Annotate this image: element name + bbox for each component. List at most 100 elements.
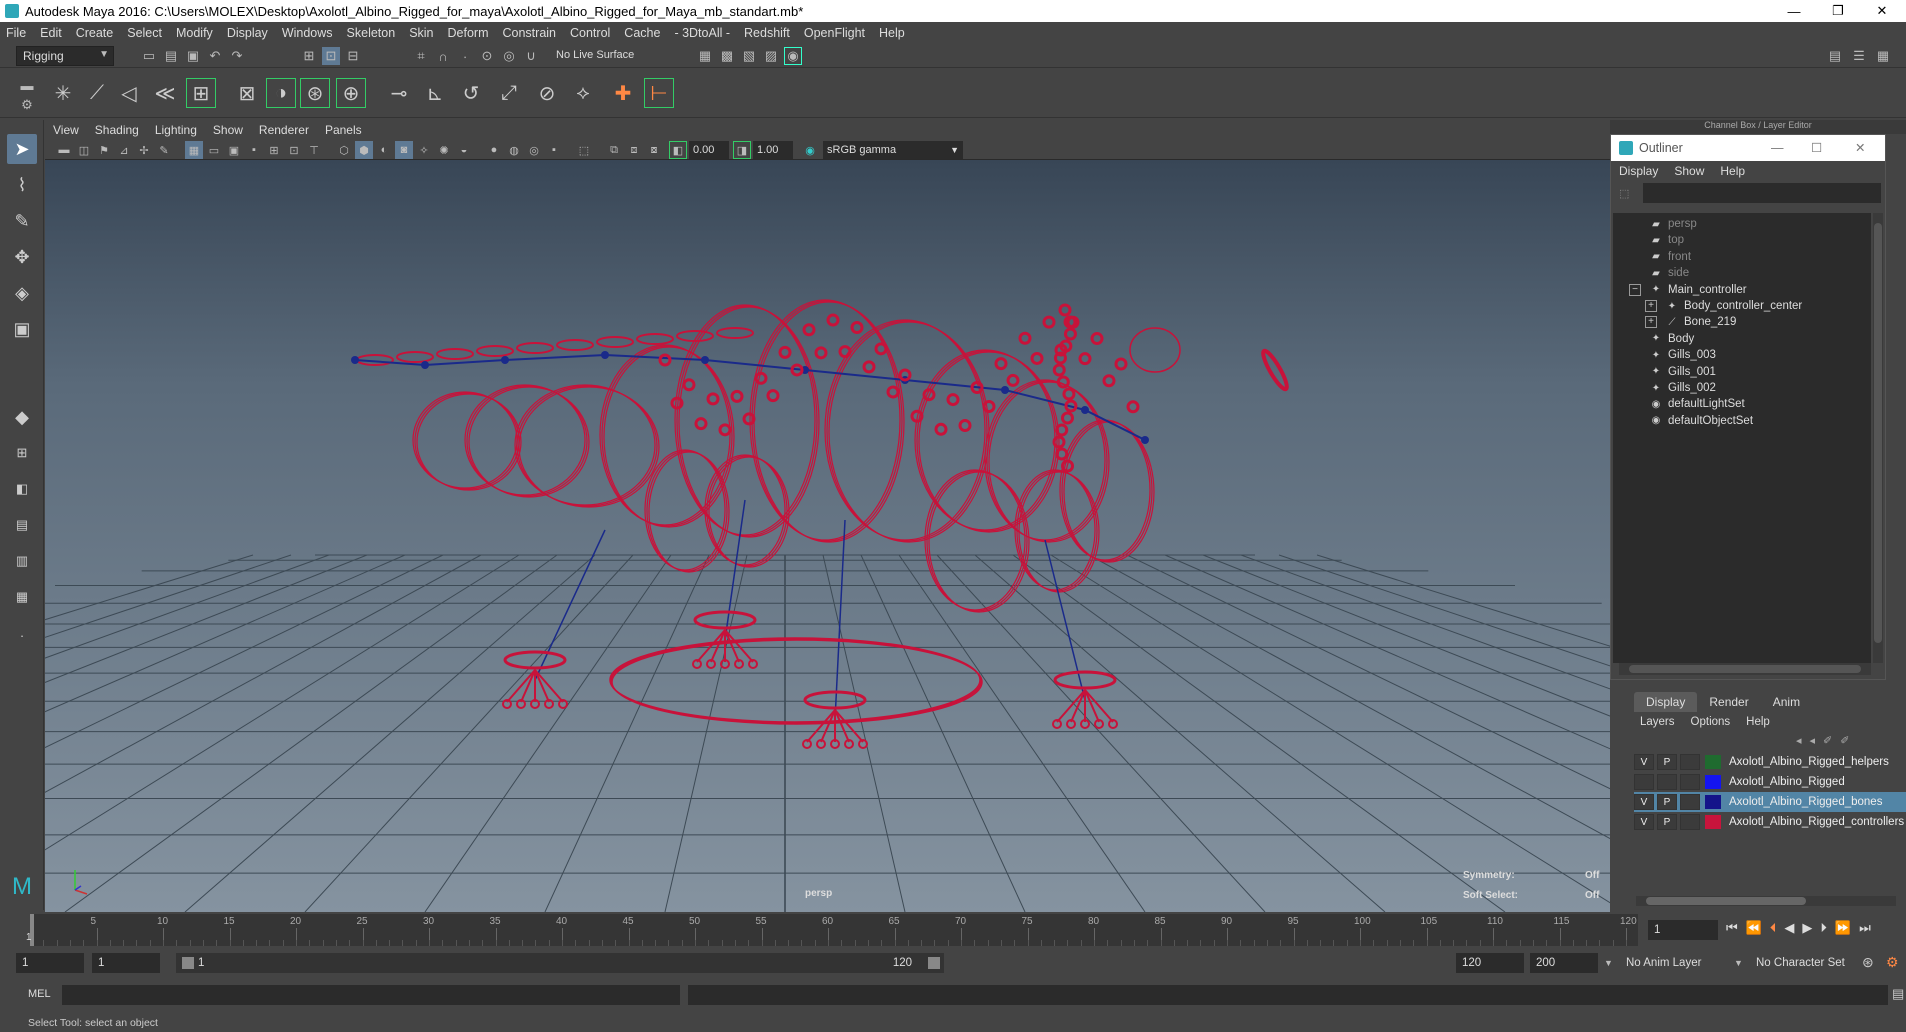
layer-playback-toggle[interactable] [1657,774,1677,790]
ik-handle-icon[interactable]: ⟋ [82,78,112,108]
layer-row[interactable]: V P Axolotl_Albino_Rigged_bones [1634,792,1906,812]
viewport-menu-show[interactable]: Show [213,123,243,137]
layer-hscrollbar[interactable] [1636,896,1896,906]
toggle-outliner-icon[interactable]: ☰ [1850,47,1868,65]
render-view-icon[interactable]: ▦ [696,47,714,65]
script-editor-icon[interactable]: ▤ [1892,986,1904,1002]
step-forward-key-icon[interactable]: ⏩ [1835,920,1851,936]
smooth-shade-icon[interactable]: ⬢ [355,141,373,159]
exposure-icon[interactable]: ◧ [669,141,687,159]
step-back-frame-icon[interactable]: ⏴ [1770,920,1777,936]
pane-menu-icon[interactable]: · [7,620,37,650]
layer-menu-layers[interactable]: Layers [1640,716,1675,728]
menu-control[interactable]: Control [570,26,610,40]
outliner-menu-display[interactable]: Display [1619,164,1658,178]
layer-toolbar-icons[interactable]: ◂◂✐✐ [1796,734,1857,747]
2d-pan-icon[interactable]: ✢ [135,141,153,159]
menu-select[interactable]: Select [127,26,162,40]
outliner-item[interactable]: ✦ Main_controller [1649,281,1747,299]
gamma-field[interactable]: 1.00 [753,141,793,159]
open-scene-icon[interactable]: ▤ [162,47,180,65]
paint-select-icon[interactable]: ✎ [7,206,37,236]
select-object-icon[interactable]: ⊡ [322,47,340,65]
expand-icon[interactable]: + [1645,300,1657,312]
grid-toggle-icon[interactable]: ▦ [185,141,203,159]
select-component-icon[interactable]: ⊟ [344,47,362,65]
layer-color-swatch[interactable] [1705,795,1721,809]
new-scene-icon[interactable]: ▭ [140,47,158,65]
snap-curve-icon[interactable]: ∩ [434,47,452,65]
playback-end-field[interactable]: 120 [1456,953,1524,973]
scale-constraint-icon[interactable]: ⤢ [494,78,524,108]
outliner-item[interactable]: ✦ Gills_003 [1649,346,1716,364]
range-start-handle[interactable] [182,957,194,969]
layer-visibility-toggle[interactable]: V [1634,794,1654,810]
scene-canvas[interactable] [45,160,1610,912]
time-ruler[interactable]: 5 10 15 20 25 30 35 40 45 50 55 60 65 70 75 80 85 90 95 100… [30,914,1638,946]
outliner-minimize-button[interactable]: — [1771,141,1784,155]
ipr-render-icon[interactable]: ▧ [740,47,758,65]
save-scene-icon[interactable]: ▣ [184,47,202,65]
playback-start-field[interactable]: 1 [92,953,160,973]
chevron-down-icon[interactable]: ▼ [1604,958,1613,968]
layer-playback-toggle[interactable]: P [1657,754,1677,770]
character-set-dropdown[interactable]: No Character Set [1750,953,1860,973]
shelf-settings-icon[interactable]: ⚙ [18,96,36,114]
chevron-down-icon[interactable]: ▼ [1734,958,1743,968]
menu-skin[interactable]: Skin [409,26,433,40]
snap-view-icon[interactable]: ⊙ [478,47,496,65]
layer-menu-help[interactable]: Help [1746,716,1770,728]
expand-icon[interactable]: + [1645,316,1657,329]
range-bar[interactable]: 1 120 [176,953,944,973]
locator-bracket-icon[interactable]: ⊢ [644,78,674,108]
menu-help[interactable]: Help [879,26,905,40]
lasso-tool-icon[interactable]: ⌇ [7,170,37,200]
layer-row[interactable]: V P Axolotl_Albino_Rigged_helpers [1634,752,1906,772]
menu-skeleton[interactable]: Skeleton [347,26,396,40]
workspace-icon[interactable]: ▤ [1826,47,1844,65]
layer-color-swatch[interactable] [1705,755,1721,769]
create-joint-icon[interactable]: ✳ [48,78,78,108]
shadows-icon[interactable]: ◒ [455,141,473,159]
outliner-item[interactable]: ▰ persp [1649,215,1697,233]
xray-joints-icon[interactable]: ⧉ [605,141,623,159]
four-pane-icon[interactable]: ⊞ [7,438,37,468]
viewport-menu-lighting[interactable]: Lighting [155,123,197,137]
wire-deformer-icon[interactable]: ⊕ [336,78,366,108]
xray-icon[interactable]: ✧ [415,141,433,159]
script-language-label[interactable]: MEL [28,988,51,1000]
auto-key-icon[interactable]: ⊛ [1862,954,1874,971]
outliner-item[interactable]: ✦ Gills_001 [1649,363,1716,381]
snap-surface-icon[interactable]: ◎ [500,47,518,65]
layer-visibility-toggle[interactable] [1634,774,1654,790]
layer-tab-display[interactable]: Display [1634,692,1698,712]
layer-type-toggle[interactable] [1680,794,1700,810]
menu-create[interactable]: Create [76,26,114,40]
outliner-menu-show[interactable]: Show [1674,164,1704,178]
filter-icon[interactable]: ⬚ [1619,187,1629,200]
redo-icon[interactable]: ↷ [228,47,246,65]
safe-title-icon[interactable]: ⊤ [305,141,323,159]
outliner-menu-help[interactable]: Help [1720,164,1745,178]
outliner-pane-icon[interactable]: ▤ [7,510,37,540]
ik-spline-icon[interactable]: ◁ [114,78,144,108]
select-tool-icon[interactable]: ➤ [7,134,37,164]
field-chart-icon[interactable]: ⊞ [265,141,283,159]
camera-attributes-icon[interactable]: ◫ [75,141,93,159]
magnet-icon[interactable]: ∪ [522,47,540,65]
layer-playback-toggle[interactable]: P [1657,814,1677,830]
viewport-menu-renderer[interactable]: Renderer [259,123,309,137]
gate-mask-icon[interactable]: ▪ [245,141,263,159]
single-pane-icon[interactable]: ◆ [7,402,37,432]
outliner-item[interactable]: ✦ Gills_002 [1649,379,1716,397]
outliner-item[interactable]: ▰ front [1649,248,1691,266]
layer-color-swatch[interactable] [1705,815,1721,829]
outliner-maximize-button[interactable]: ☐ [1811,140,1822,155]
outliner-item[interactable]: ◉ defaultLightSet [1649,395,1745,413]
close-button[interactable]: ✕ [1860,0,1904,22]
graph-pane-icon[interactable]: ▥ [7,546,37,576]
go-to-start-icon[interactable]: ⏮ [1726,920,1738,936]
outliner-item[interactable]: ▰ side [1649,264,1689,282]
outliner-hscroll-thumb[interactable] [1629,665,1861,673]
layer-tab-anim[interactable]: Anim [1761,692,1812,712]
